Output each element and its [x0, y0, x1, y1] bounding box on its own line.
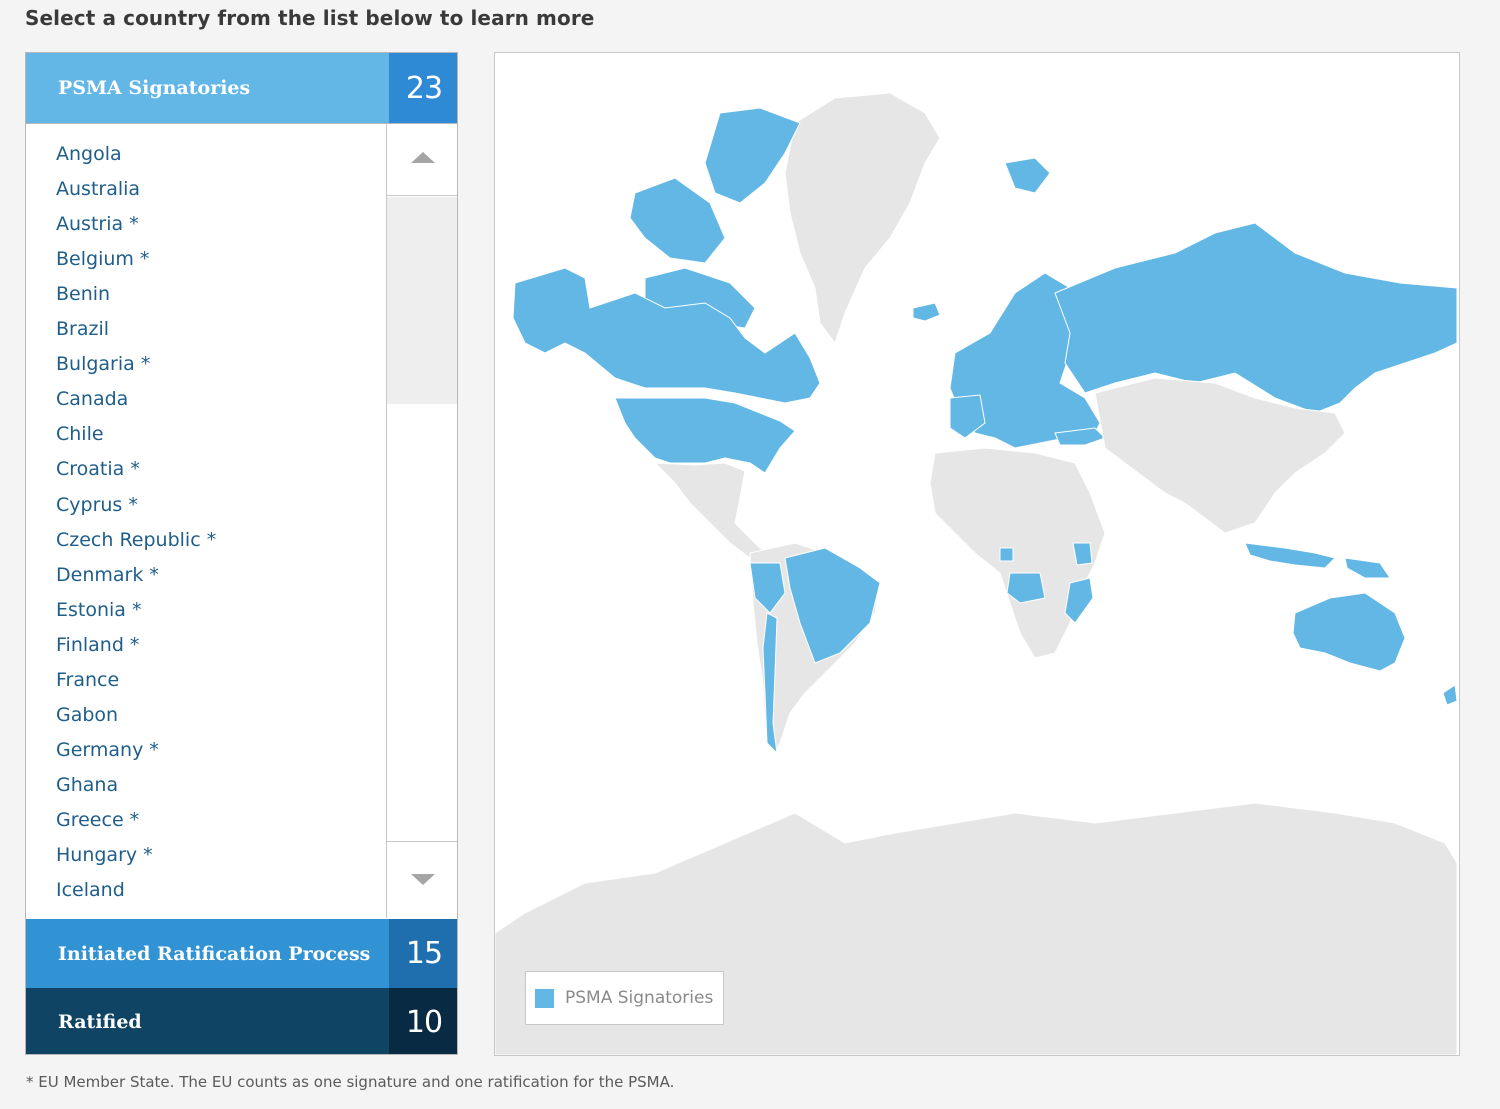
russia-shape: [1054, 222, 1458, 414]
indonesia-shape: [1244, 542, 1336, 569]
category-count: 10: [389, 988, 457, 1054]
category-label: Ratified: [58, 1011, 142, 1033]
country-list-item[interactable]: Belgium *: [56, 248, 149, 270]
world-map[interactable]: PSMA Signatories: [494, 52, 1460, 1056]
country-list-item[interactable]: Czech Republic *: [56, 529, 216, 551]
country-list-item[interactable]: Germany *: [56, 739, 159, 761]
scroll-down-button[interactable]: [387, 841, 457, 918]
canada-islands-2: [629, 177, 726, 264]
category-psma-signatories[interactable]: PSMA Signatories 23: [26, 53, 457, 123]
legend-label: PSMA Signatories: [565, 988, 714, 1008]
category-ratified[interactable]: Ratified 10: [26, 988, 457, 1054]
country-list-item[interactable]: Greece *: [56, 809, 139, 831]
country-list[interactable]: Angola Australia Austria * Belgium * Benin Br…: [26, 124, 387, 918]
triangle-down-icon: [411, 874, 435, 885]
category-count: 15: [389, 919, 457, 988]
country-list-item[interactable]: Canada: [56, 388, 128, 410]
iceland-shape: [912, 302, 941, 322]
canada-islands-shape: [704, 107, 801, 204]
country-list-item[interactable]: Chile: [56, 423, 104, 445]
country-list-item[interactable]: Hungary *: [56, 844, 153, 866]
country-list-item[interactable]: Brazil: [56, 318, 109, 340]
country-list-item[interactable]: Denmark *: [56, 564, 159, 586]
country-list-item[interactable]: France: [56, 669, 119, 691]
new-zealand-shape: [1442, 684, 1458, 706]
country-list-item[interactable]: Benin: [56, 283, 110, 305]
footnote: * EU Member State. The EU counts as one …: [26, 1073, 675, 1091]
category-label: Initiated Ratification Process: [58, 942, 371, 965]
svalbard-shape: [1004, 157, 1051, 194]
category-initiated-ratification[interactable]: Initiated Ratification Process 15: [26, 919, 457, 988]
mexico-shape: [653, 462, 766, 559]
gabon-shape: [999, 547, 1014, 562]
triangle-up-icon: [411, 152, 435, 163]
png-shape: [1344, 557, 1391, 579]
category-label: PSMA Signatories: [58, 77, 251, 99]
country-list-item[interactable]: Finland *: [56, 634, 139, 656]
usa-shape: [614, 397, 796, 474]
page-heading: Select a country from the list below to …: [25, 6, 595, 30]
country-list-item[interactable]: Ghana: [56, 774, 118, 796]
country-list-item[interactable]: Iceland: [56, 879, 125, 901]
country-list-item[interactable]: Austria *: [56, 213, 139, 235]
list-scrollbar[interactable]: [387, 124, 457, 918]
scroll-up-button[interactable]: [387, 124, 457, 196]
category-count: 23: [389, 53, 457, 123]
country-list-area: Angola Australia Austria * Belgium * Benin Br…: [26, 123, 457, 919]
map-legend: PSMA Signatories: [525, 971, 724, 1025]
country-list-item[interactable]: Bulgaria *: [56, 353, 150, 375]
country-list-item[interactable]: Angola: [56, 143, 122, 165]
scroll-thumb[interactable]: [387, 197, 457, 404]
country-list-item[interactable]: Estonia *: [56, 599, 141, 621]
country-list-item[interactable]: Australia: [56, 178, 140, 200]
australia-shape: [1292, 592, 1406, 672]
country-list-item[interactable]: Cyprus *: [56, 494, 138, 516]
country-list-item[interactable]: Gabon: [56, 704, 118, 726]
legend-swatch: [535, 988, 554, 1008]
country-list-item[interactable]: Croatia *: [56, 458, 140, 480]
world-map-svg[interactable]: [495, 53, 1459, 1055]
country-panel: PSMA Signatories 23 Angola Australia Austr…: [25, 52, 458, 1055]
greenland-shape: [784, 92, 941, 345]
